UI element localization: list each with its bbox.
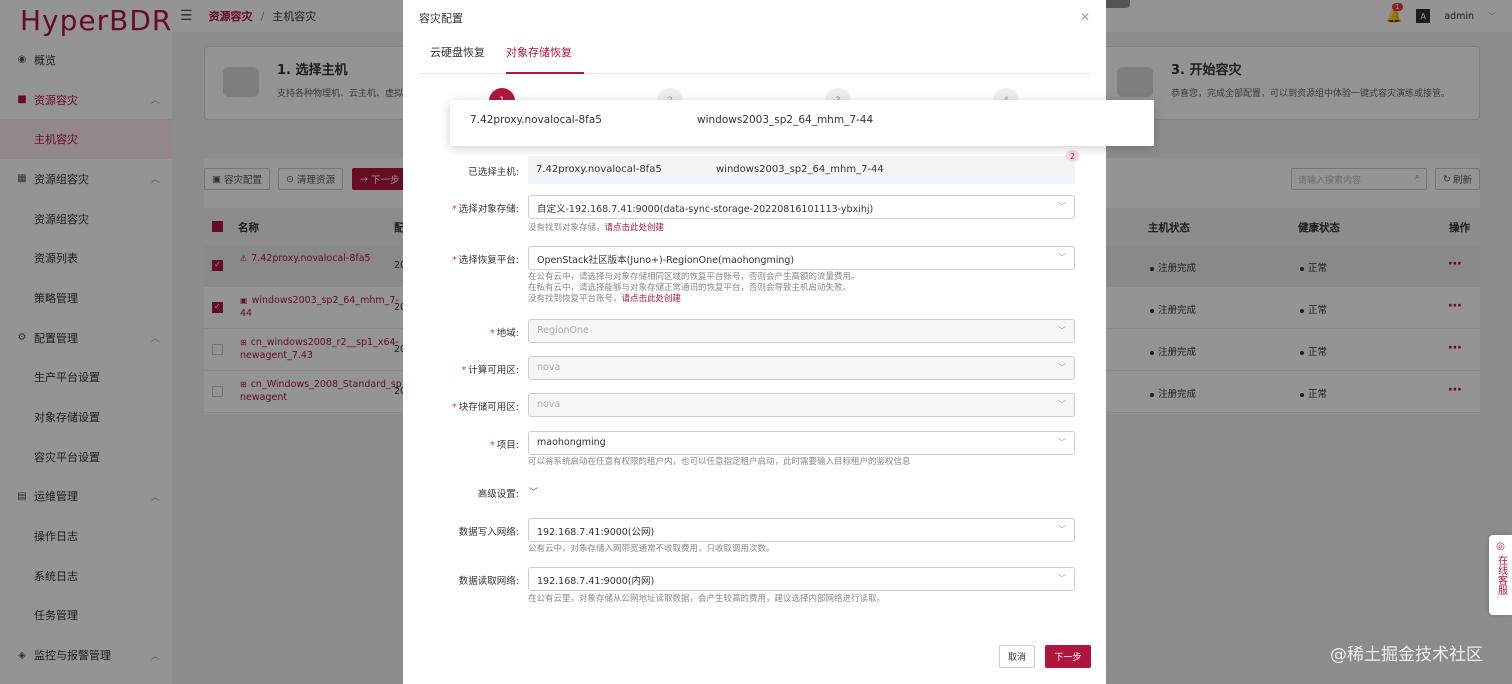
selected-hosts-box: 7.42proxy.novalocal-8fa5 windows2003_sp2…: [528, 156, 1075, 184]
object-storage-select[interactable]: 自定义-192.168.7.41:9000(data-sync-storage-…: [528, 195, 1075, 219]
tooltip-host-1: 7.42proxy.novalocal-8fa5: [470, 114, 602, 126]
next-button[interactable]: 下一步: [1045, 645, 1091, 668]
read-network-hint: 在公有云里，对象存储从公网地址读取数据，会产生较高的费用，建议选择内部网络进行读…: [528, 594, 886, 604]
selected-hosts-label: 已选择主机:: [468, 167, 519, 178]
modal-tabs: 云硬盘恢复 对象存储恢复: [419, 36, 1090, 74]
platform-label: * 选择恢复平台:: [452, 255, 519, 266]
selected-count-badge: 2: [1066, 150, 1079, 162]
block-zone-select: nova ﹀: [528, 393, 1075, 417]
project-select[interactable]: maohongming ﹀: [528, 431, 1075, 455]
recovery-platform-select[interactable]: OpenStack社区版本(Juno+)-RegionOne(maohongmi…: [528, 246, 1075, 270]
project-label: * 项目:: [490, 440, 519, 451]
compute-zone-label: * 计算可用区:: [461, 365, 519, 376]
region-label: * 地域:: [490, 328, 519, 339]
selected-host-1: 7.42proxy.novalocal-8fa5: [536, 164, 662, 175]
chevron-down-icon: ﹀: [1058, 525, 1066, 534]
platform-hint: 在公有云中，请选择与对象存储相同区域的恢复平台账号，否则会产生高额的流量费用。 …: [528, 272, 860, 304]
project-hint: 可以将系统启动在任意有权限的租户内，也可以任意指定租户启动，此时需要输入目标租户…: [528, 457, 911, 467]
close-icon[interactable]: ✕: [1080, 10, 1090, 24]
tab-cloud-disk-recovery[interactable]: 云硬盘恢复: [430, 44, 485, 74]
chevron-down-icon: ﹀: [1058, 202, 1066, 211]
compute-zone-select: nova ﹀: [528, 356, 1075, 380]
chevron-down-icon: ﹀: [1058, 400, 1066, 409]
block-zone-label: * 块存储可用区:: [452, 402, 519, 413]
modal-title: 容灾配置: [419, 12, 463, 25]
chevron-down-icon[interactable]: ﹀: [529, 485, 538, 498]
create-storage-link[interactable]: 请点击此处创建: [605, 223, 665, 233]
chevron-down-icon: ﹀: [1058, 326, 1066, 335]
advanced-label: 高级设置:: [477, 489, 519, 500]
write-network-hint: 公有云中，对象存储入网带宽通常不收取费用，只收取调用次数。: [528, 544, 775, 554]
service-icon: ◎: [1496, 541, 1505, 552]
chevron-down-icon: ﹀: [1058, 253, 1066, 262]
selected-hosts-tooltip: 7.42proxy.novalocal-8fa5 windows2003_sp2…: [450, 100, 1154, 146]
storage-label: * 选择对象存储:: [452, 204, 519, 215]
write-network-label: 数据写入网络:: [458, 527, 519, 538]
read-network-label: 数据读取网络:: [458, 576, 519, 587]
chevron-down-icon: ﹀: [1058, 574, 1066, 583]
watermark: @稀土掘金技术社区: [1330, 645, 1483, 665]
read-network-select[interactable]: 192.168.7.41:9000(内网) ﹀: [528, 567, 1075, 591]
write-network-select[interactable]: 192.168.7.41:9000(公网) ﹀: [528, 518, 1075, 542]
tab-object-storage-recovery[interactable]: 对象存储恢复: [506, 44, 584, 74]
chevron-down-icon: ﹀: [1058, 438, 1066, 447]
storage-hint: 没有找到对象存储，请点击此处创建: [528, 223, 665, 233]
selected-host-2: windows2003_sp2_64_mhm_7-44: [716, 164, 884, 175]
cancel-button[interactable]: 取消: [999, 645, 1035, 668]
create-platform-link[interactable]: 请点击此处创建: [622, 294, 682, 304]
chevron-down-icon: ﹀: [1058, 363, 1066, 372]
region-select: RegionOne ﹀: [528, 319, 1075, 343]
tooltip-host-2: windows2003_sp2_64_mhm_7-44: [697, 114, 874, 126]
online-service-button[interactable]: ◎ 在线客服: [1489, 535, 1512, 615]
